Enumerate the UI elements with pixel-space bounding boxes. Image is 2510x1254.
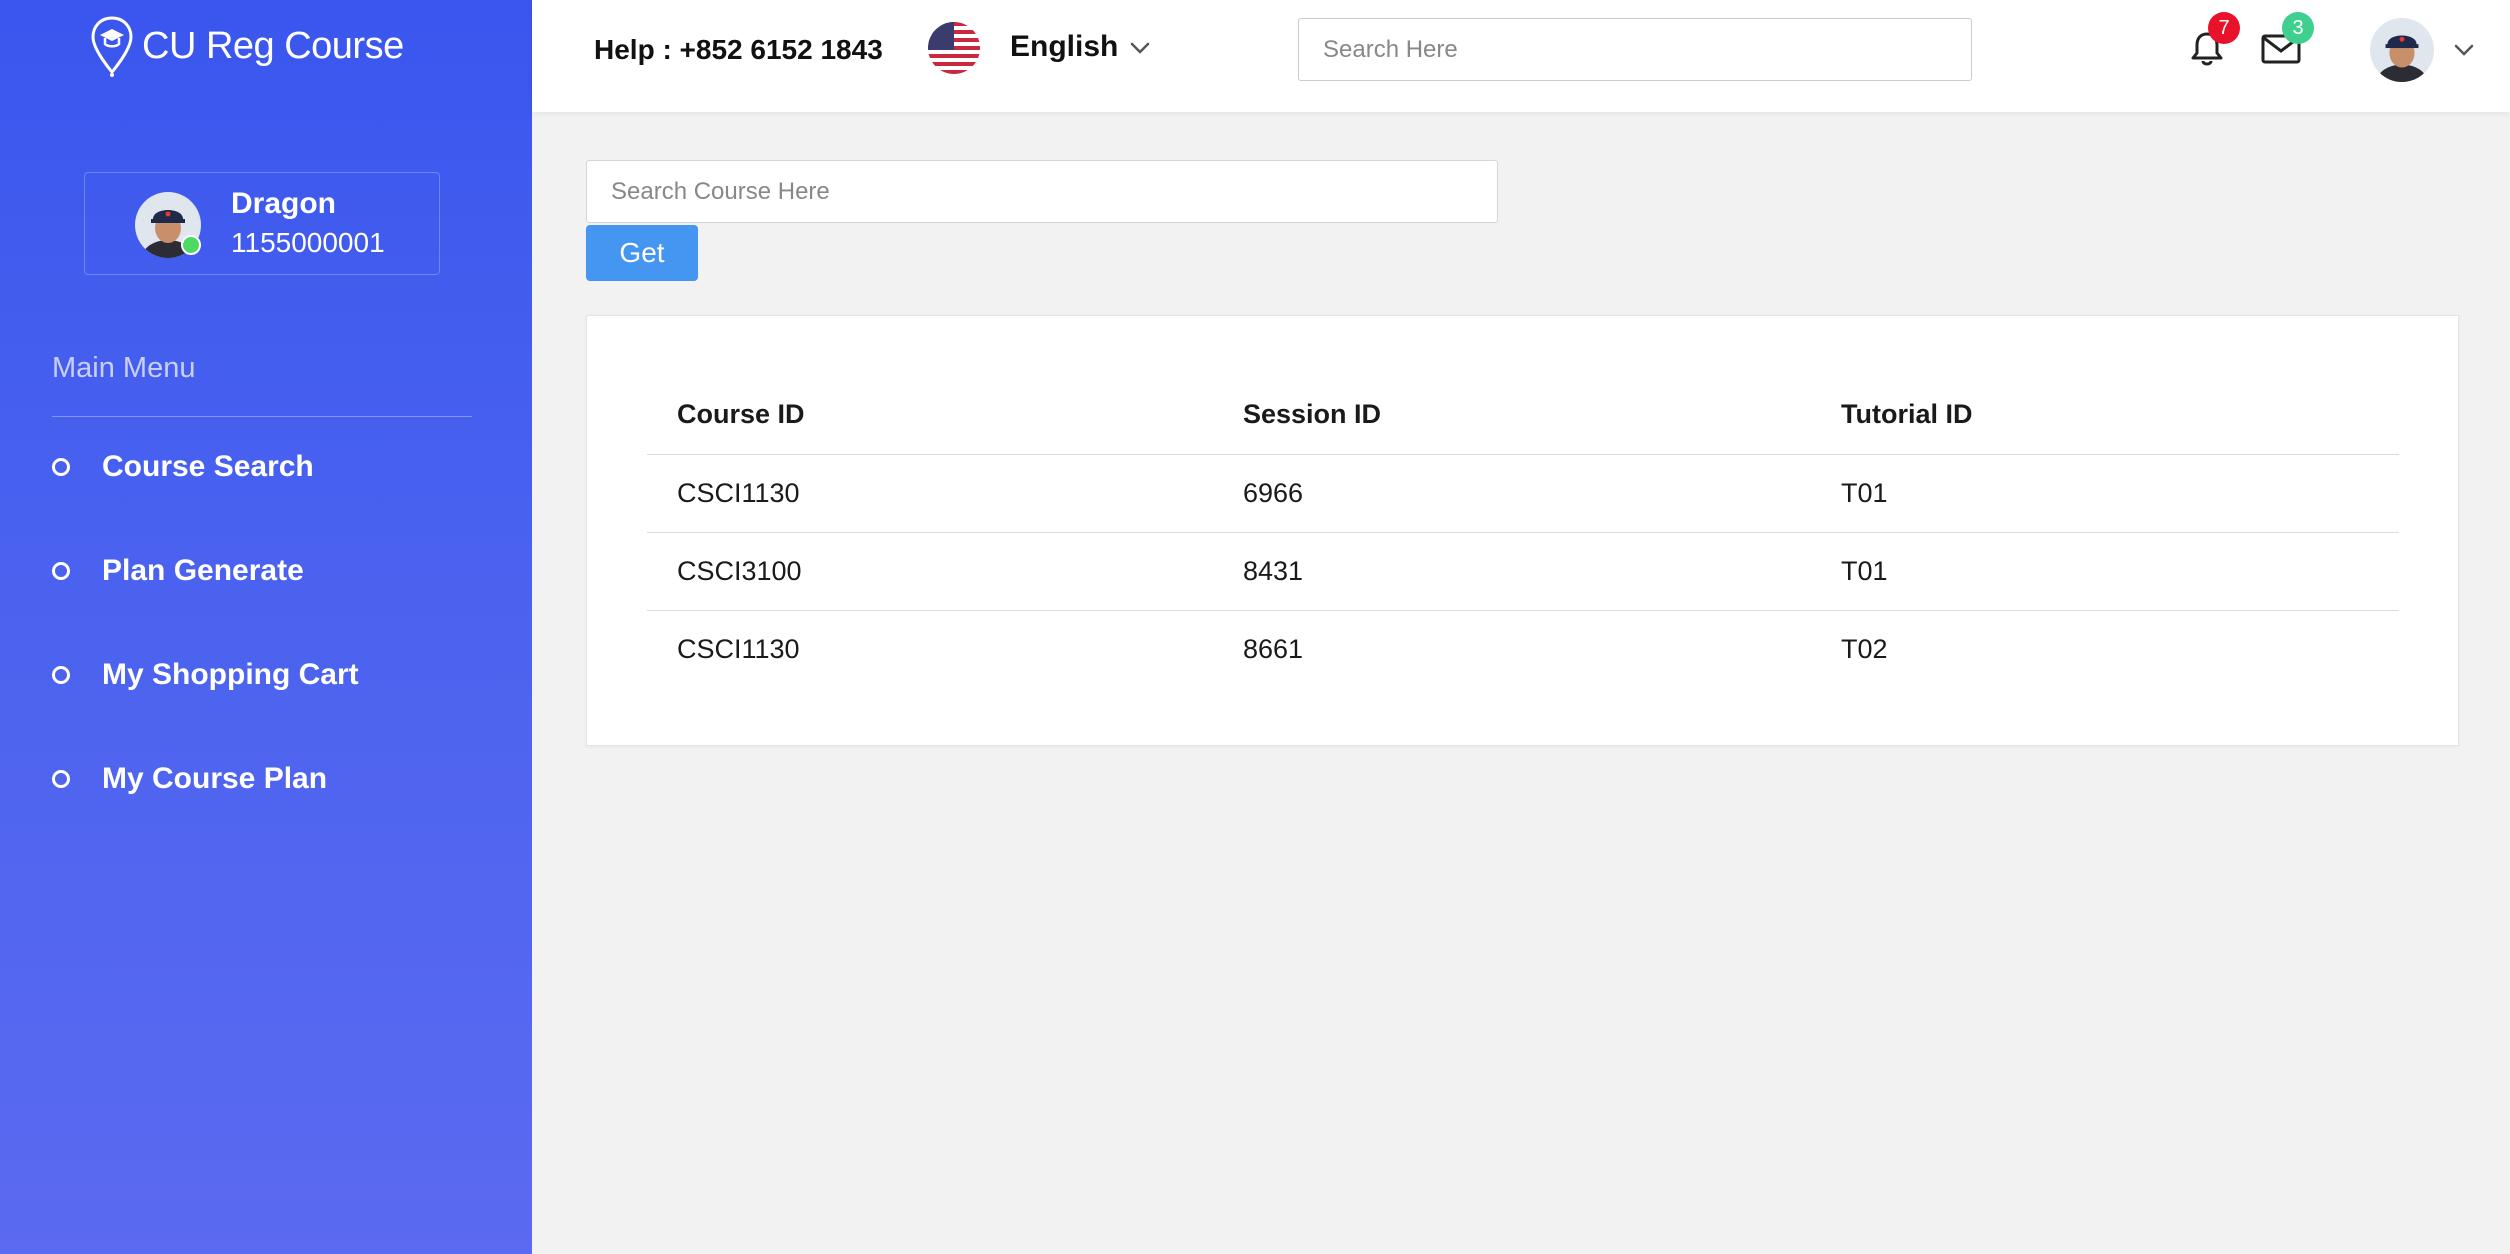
message-count-badge: 3 <box>2282 12 2314 44</box>
chevron-down-icon[interactable] <box>1126 34 1154 62</box>
search-input[interactable] <box>1298 18 1972 81</box>
table-row[interactable]: CSCI1130 8661 T02 <box>647 609 2399 688</box>
column-header-course-id[interactable]: Course ID <box>647 376 1213 454</box>
brand-name: CU Reg Course <box>142 24 404 67</box>
location-pin-graduation-cap-icon <box>91 16 133 77</box>
language-selector[interactable]: English <box>1010 30 1118 64</box>
user-photo-icon <box>2370 18 2434 82</box>
menu-divider <box>52 416 472 417</box>
notification-count-badge: 7 <box>2208 12 2240 44</box>
circle-bullet-icon <box>52 562 70 580</box>
circle-bullet-icon <box>52 770 70 788</box>
sidebar-item-label: Course Search <box>102 450 314 483</box>
help-phone: Help : +852 6152 1843 <box>594 34 883 65</box>
cell-session-id: 6966 <box>1213 453 1811 532</box>
topbar: Help : +852 6152 1843 English 7 3 <box>532 0 2510 112</box>
user-id: 1155000001 <box>231 227 385 258</box>
cell-tutorial-id: T01 <box>1811 453 2399 532</box>
cell-tutorial-id: T02 <box>1811 609 2399 688</box>
column-header-session-id[interactable]: Session ID <box>1213 376 1811 454</box>
get-button[interactable]: Get <box>586 225 698 281</box>
brand[interactable]: CU Reg Course <box>88 14 404 78</box>
sidebar-item-label: My Shopping Cart <box>102 658 359 691</box>
column-header-tutorial-id[interactable]: Tutorial ID <box>1811 376 2399 454</box>
circle-bullet-icon <box>52 458 70 476</box>
sidebar-item-my-course-plan[interactable]: My Course Plan <box>52 762 327 796</box>
online-status-indicator <box>181 235 201 255</box>
user-name: Dragon <box>231 187 336 220</box>
cell-course-id: CSCI1130 <box>647 609 1213 688</box>
us-flag-icon[interactable] <box>928 22 980 74</box>
table-header-row: Course ID Session ID Tutorial ID <box>647 376 2399 454</box>
results-card: Course ID Session ID Tutorial ID CSCI113… <box>586 315 2459 746</box>
table-row[interactable]: CSCI3100 8431 T01 <box>647 531 2399 610</box>
table-row[interactable]: CSCI1130 6966 T01 <box>647 453 2399 532</box>
course-search-input[interactable] <box>586 160 1498 223</box>
sidebar-item-plan-generate[interactable]: Plan Generate <box>52 554 304 588</box>
user-profile-card[interactable]: Dragon 1155000001 <box>84 172 440 275</box>
sidebar-item-my-shopping-cart[interactable]: My Shopping Cart <box>52 658 359 692</box>
cell-course-id: CSCI3100 <box>647 531 1213 610</box>
sidebar-item-label: Plan Generate <box>102 554 304 587</box>
course-table: Course ID Session ID Tutorial ID CSCI113… <box>647 376 2399 688</box>
circle-bullet-icon <box>52 666 70 684</box>
sidebar: CU Reg Course Dragon 1155000001 Main Men… <box>0 0 532 1254</box>
cell-session-id: 8661 <box>1213 609 1811 688</box>
cell-session-id: 8431 <box>1213 531 1811 610</box>
profile-avatar[interactable] <box>2370 18 2434 82</box>
cell-tutorial-id: T01 <box>1811 531 2399 610</box>
sidebar-item-label: My Course Plan <box>102 762 328 795</box>
sidebar-item-course-search[interactable]: Course Search <box>52 450 314 484</box>
chevron-down-icon[interactable] <box>2450 36 2478 64</box>
cell-course-id: CSCI1130 <box>647 453 1213 532</box>
main-menu-title: Main Menu <box>52 352 196 384</box>
